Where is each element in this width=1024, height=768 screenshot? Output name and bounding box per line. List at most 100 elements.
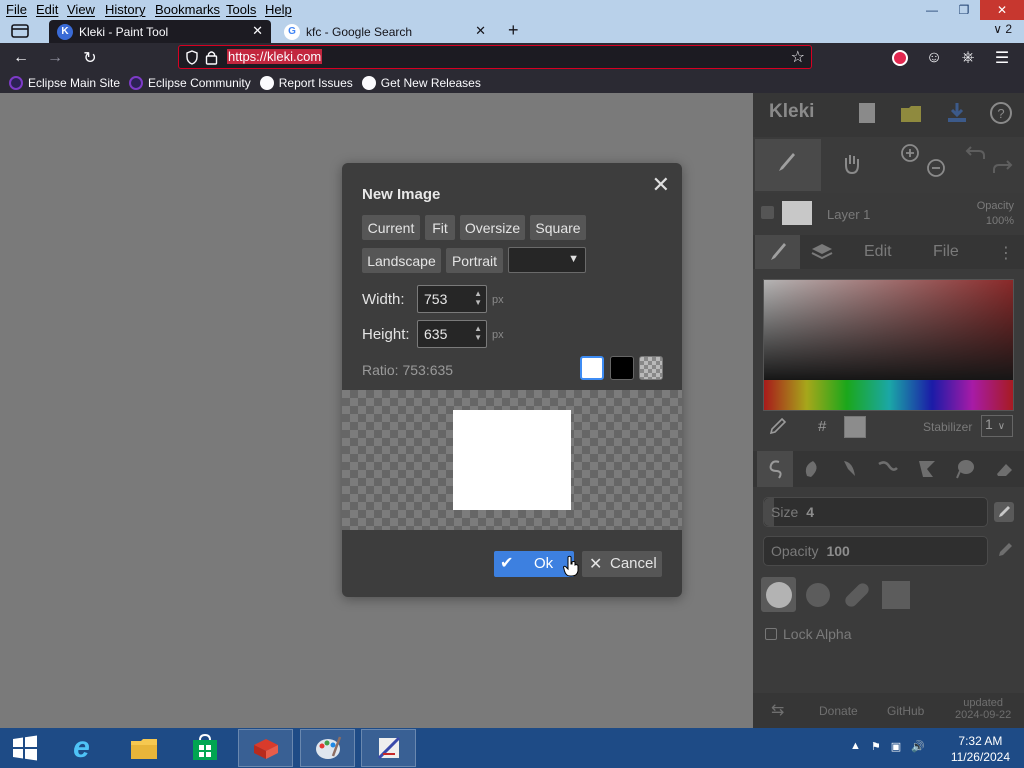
saturation-value-area[interactable] [764, 280, 1013, 380]
stabilizer-select[interactable]: 1 ∨ [981, 415, 1013, 437]
reload-icon[interactable]: ↻ [79, 47, 101, 69]
restore-icon[interactable]: ❐ [948, 0, 980, 20]
app-menu-icon[interactable]: ☰ [991, 47, 1013, 69]
lock-icon[interactable] [205, 50, 218, 65]
opacity-slider[interactable]: Opacity 100 [763, 536, 988, 566]
close-tab-icon[interactable]: ✕ [475, 23, 486, 39]
back-icon[interactable]: ← [10, 47, 32, 69]
layer-row[interactable]: Layer 1 Opacity 100% [753, 193, 1024, 235]
internet-explorer-taskbar-button[interactable]: e [54, 729, 109, 767]
shield-icon[interactable] [185, 50, 199, 65]
pixel-brush-icon[interactable] [875, 456, 901, 482]
spinner-icon[interactable]: ▲ ▼ [474, 289, 482, 307]
tab-google[interactable]: G kfc - Google Search ✕ [276, 20, 494, 43]
more-options-icon[interactable]: ⋮ [998, 243, 1014, 263]
cancel-button[interactable]: ✕ Cancel [582, 551, 662, 577]
pen-brush-button[interactable] [757, 451, 793, 487]
store-taskbar-button[interactable] [177, 729, 232, 767]
swap-side-icon[interactable]: ⇆ [771, 700, 784, 720]
github-link[interactable]: GitHub [887, 704, 924, 718]
sketchy-brush-icon[interactable] [837, 456, 863, 482]
current-color-swatch[interactable] [844, 416, 866, 438]
pen-pressure-opacity-icon[interactable] [996, 541, 1014, 559]
firefox-taskbar-button[interactable] [361, 729, 416, 767]
bookmark-get-new-releases[interactable]: Get New Releases [361, 75, 481, 90]
layer-visibility-checkbox[interactable] [761, 206, 774, 219]
brush-tool-button[interactable] [755, 139, 821, 191]
tab-list-icon[interactable] [10, 22, 30, 40]
hue-slider[interactable] [764, 380, 1013, 410]
tab-edit[interactable]: Edit [864, 243, 892, 261]
menu-bookmarks[interactable]: Bookmarks [155, 2, 220, 17]
bookmark-eclipse-main[interactable]: Eclipse Main Site [9, 75, 120, 90]
color-picker[interactable] [763, 279, 1014, 411]
file-explorer-taskbar-button[interactable] [116, 729, 171, 767]
menu-file[interactable]: File [6, 2, 27, 17]
network-icon[interactable]: ▣ [891, 740, 901, 753]
extensions-icon[interactable]: ⎈ [957, 47, 979, 69]
tab-brush[interactable] [755, 235, 800, 269]
app-taskbar-button[interactable] [238, 729, 293, 767]
list-all-tabs-icon[interactable]: ∨ 2 [993, 22, 1012, 36]
flag-icon[interactable]: ⚑ [871, 740, 881, 753]
bookmark-report-issues[interactable]: Report Issues [259, 75, 353, 90]
hand-icon[interactable] [839, 151, 865, 177]
preset-current-button[interactable]: Current [362, 215, 420, 240]
start-button[interactable] [0, 729, 50, 767]
pen-pressure-size-icon[interactable] [993, 501, 1015, 523]
lock-alpha-checkbox[interactable]: Lock Alpha [765, 626, 852, 642]
black-background-swatch[interactable] [610, 356, 634, 380]
menu-tools[interactable]: Tools [226, 2, 256, 17]
chemy-brush-icon[interactable] [914, 456, 940, 482]
ok-button[interactable]: ✔ Ok [494, 551, 574, 577]
paint-taskbar-button[interactable] [300, 729, 355, 767]
tab-kleki[interactable]: K Kleki - Paint Tool ✕ [49, 20, 271, 43]
eyedropper-icon[interactable] [767, 417, 787, 437]
bookmark-star-icon[interactable]: ☆ [791, 47, 805, 67]
menu-history[interactable]: History [105, 2, 145, 17]
preset-landscape-button[interactable]: Landscape [362, 248, 441, 273]
spinner-icon[interactable]: ▲ ▼ [474, 324, 482, 342]
angled-tip-button[interactable] [839, 577, 874, 612]
help-icon[interactable]: ? [988, 100, 1014, 126]
lock-alpha-box[interactable] [765, 628, 777, 640]
preset-fit-button[interactable]: Fit [425, 215, 455, 240]
round-tip-button[interactable] [761, 577, 796, 612]
close-icon[interactable]: ✕ [652, 172, 670, 198]
menu-help[interactable]: Help [265, 2, 292, 17]
soft-round-tip-button[interactable] [800, 577, 835, 612]
redo-icon[interactable] [989, 155, 1015, 181]
show-hidden-icons-icon[interactable]: ▲ [850, 740, 861, 753]
url-bar[interactable]: https://kleki.com ☆ [178, 45, 812, 69]
donate-link[interactable]: Donate [819, 704, 858, 718]
smudge-brush-icon[interactable] [952, 456, 978, 482]
save-icon[interactable] [944, 100, 970, 126]
hex-input-toggle[interactable]: # [818, 418, 826, 435]
preset-square-button[interactable]: Square [530, 215, 586, 240]
undo-icon[interactable] [963, 141, 989, 167]
square-tip-button[interactable] [878, 577, 913, 612]
preset-oversize-button[interactable]: Oversize [460, 215, 525, 240]
bookmark-eclipse-community[interactable]: Eclipse Community [129, 75, 251, 90]
volume-icon[interactable]: 🔊 [911, 740, 925, 753]
zoom-in-icon[interactable] [897, 140, 923, 166]
layers-icon[interactable] [809, 239, 835, 265]
tab-file[interactable]: File [933, 243, 959, 261]
transparent-background-swatch[interactable] [639, 356, 663, 380]
clock[interactable]: 7:32 AM 11/26/2024 [951, 733, 1010, 765]
close-window-icon[interactable]: ✕ [980, 0, 1024, 20]
blend-brush-icon[interactable] [799, 456, 825, 482]
size-slider[interactable]: Size 4 [763, 497, 988, 527]
white-background-swatch[interactable] [580, 356, 604, 380]
close-tab-icon[interactable]: ✕ [252, 23, 263, 39]
menu-view[interactable]: View [67, 2, 95, 17]
account-icon[interactable]: ☺ [923, 47, 945, 69]
preset-portrait-button[interactable]: Portrait [446, 248, 503, 273]
minimize-icon[interactable]: — [916, 0, 948, 20]
eraser-icon[interactable] [992, 456, 1018, 482]
menu-edit[interactable]: Edit [36, 2, 58, 17]
preset-select[interactable]: ▼ [508, 247, 586, 273]
zoom-out-icon[interactable] [923, 155, 949, 181]
forward-icon[interactable]: → [44, 47, 66, 69]
recording-icon[interactable] [889, 47, 911, 69]
